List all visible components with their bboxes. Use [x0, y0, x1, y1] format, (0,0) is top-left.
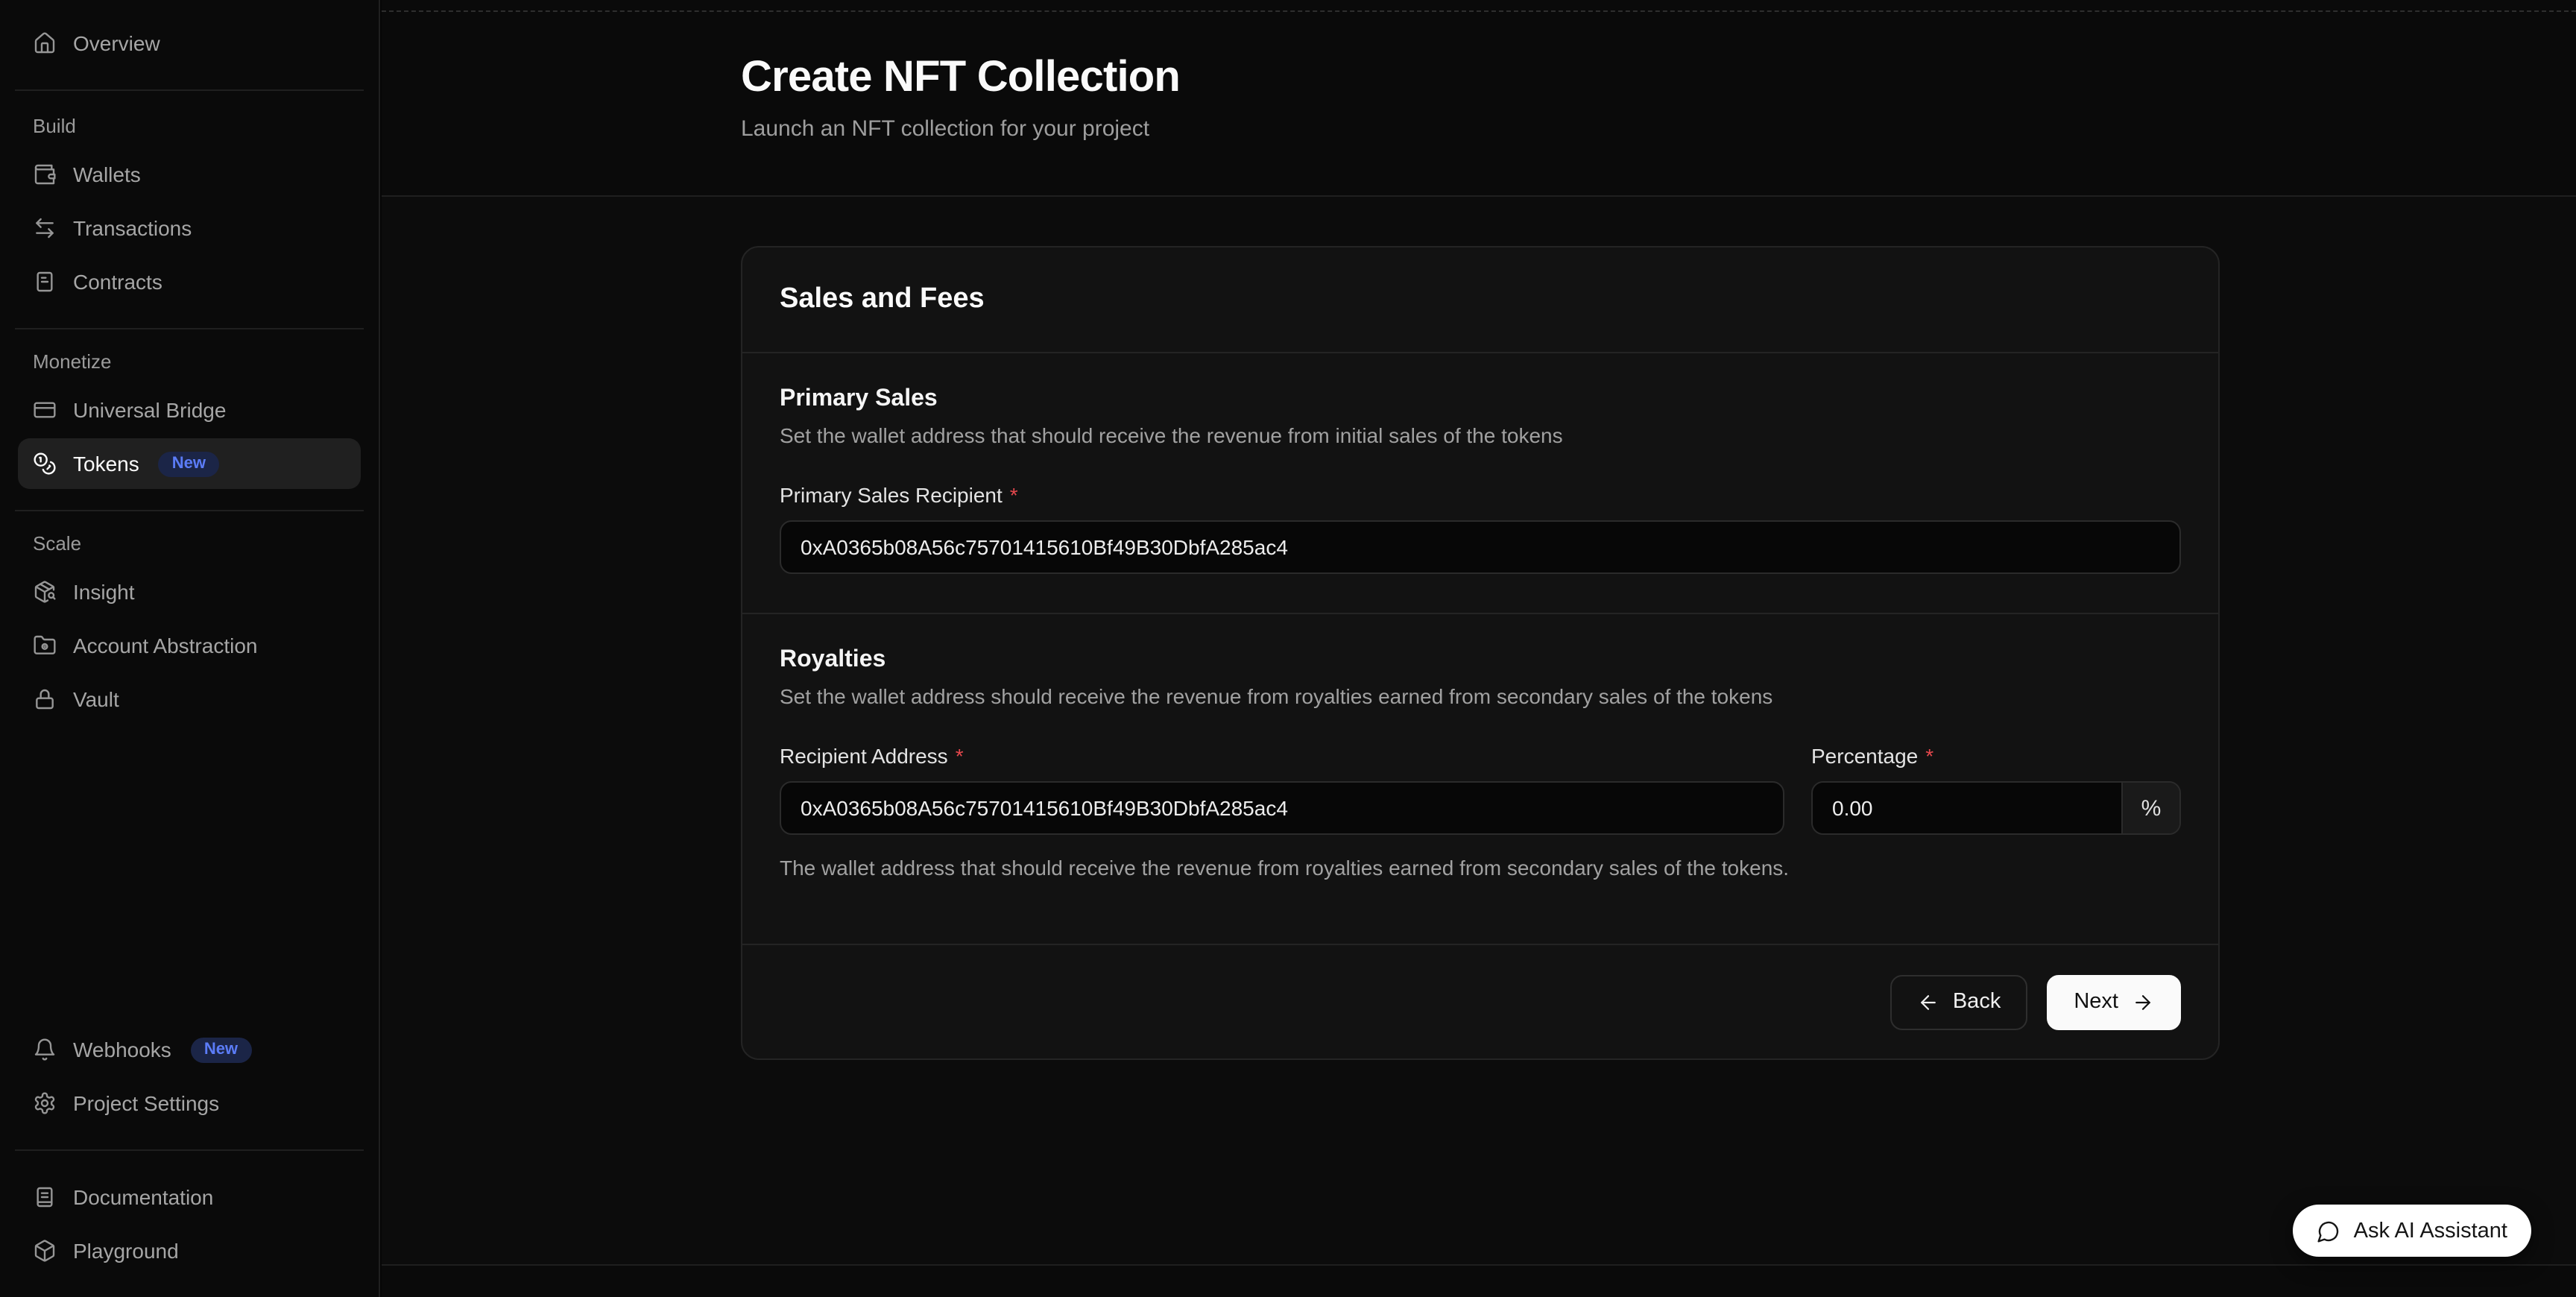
sidebar-bottom-group: Webhooks New Project Settings [18, 1024, 361, 1129]
sales-and-fees-card: Sales and Fees Primary Sales Set the wal… [741, 246, 2220, 1060]
sidebar-top-group: Overview [18, 18, 361, 69]
new-badge: New [159, 451, 219, 476]
arrow-right-icon [2132, 991, 2154, 1013]
sidebar-item-insight[interactable]: Insight [18, 567, 361, 617]
primary-sales-description: Set the wallet address that should recei… [780, 423, 2181, 447]
sidebar-item-label: Universal Bridge [73, 398, 226, 422]
page-subtitle: Launch an NFT collection for your projec… [741, 116, 2576, 142]
sidebar-item-documentation[interactable]: Documentation [18, 1172, 361, 1222]
contract-file-icon [33, 270, 57, 294]
primary-sales-heading: Primary Sales [780, 386, 2181, 413]
sidebar: Overview Build Wallets Transactions Contrac… [0, 0, 380, 1297]
chat-bubble-icon [2317, 1219, 2340, 1243]
content-band: Sales and Fees Primary Sales Set the wal… [382, 197, 2576, 1266]
lock-icon [33, 687, 57, 711]
bell-icon [33, 1038, 57, 1061]
sidebar-item-account-abstraction[interactable]: Account Abstraction [18, 620, 361, 671]
sidebar-footer-group: Documentation Playground [18, 1172, 361, 1276]
sidebar-item-label: Wallets [73, 162, 141, 186]
percent-suffix: % [2121, 783, 2179, 833]
card-title: Sales and Fees [780, 283, 985, 316]
primary-sales-section: Primary Sales Set the wallet address tha… [742, 353, 2218, 613]
folder-dot-icon [33, 634, 57, 657]
royalties-heading: Royalties [780, 647, 2181, 674]
sidebar-item-label: Transactions [73, 216, 192, 240]
sidebar-item-webhooks[interactable]: Webhooks New [18, 1024, 361, 1075]
cube-icon [33, 1239, 57, 1263]
sidebar-section-label-build: Build [18, 115, 361, 137]
required-asterisk: * [956, 744, 964, 768]
sidebar-divider [15, 328, 364, 329]
sidebar-item-label: Tokens [73, 452, 139, 476]
primary-sales-recipient-input[interactable] [780, 520, 2181, 574]
home-icon [33, 31, 57, 55]
sidebar-item-label: Overview [73, 31, 160, 55]
recipient-address-label: Recipient Address * [780, 744, 1784, 768]
page-title: Create NFT Collection [741, 54, 2576, 103]
percentage-input[interactable] [1813, 783, 2121, 833]
sidebar-item-label: Insight [73, 580, 135, 604]
sidebar-item-project-settings[interactable]: Project Settings [18, 1078, 361, 1129]
credit-card-icon [33, 398, 57, 422]
wallet-icon [33, 162, 57, 186]
sidebar-section-label-monetize: Monetize [18, 350, 361, 373]
ask-ai-assistant-button[interactable]: Ask AI Assistant [2293, 1205, 2531, 1257]
percentage-input-group: % [1811, 781, 2181, 835]
coins-icon [33, 452, 57, 476]
arrow-left-icon [1917, 991, 1939, 1013]
gear-icon [33, 1091, 57, 1115]
primary-sales-recipient-label: Primary Sales Recipient * [780, 483, 2181, 507]
royalties-helper-text: The wallet address that should receive t… [780, 856, 2181, 880]
royalties-fields-row: Recipient Address * Percentage * [780, 708, 2181, 835]
back-button[interactable]: Back [1890, 974, 2028, 1029]
app-window: Overview Build Wallets Transactions Contrac… [0, 0, 2576, 1297]
sidebar-sections: Build Wallets Transactions Contracts Monetiz… [18, 112, 361, 725]
sidebar-item-label: Vault [73, 687, 119, 711]
sidebar-item-label: Project Settings [73, 1091, 219, 1115]
sidebar-item-playground[interactable]: Playground [18, 1225, 361, 1276]
sidebar-item-label: Documentation [73, 1185, 213, 1209]
sidebar-divider [15, 510, 364, 511]
recipient-address-input[interactable] [780, 781, 1784, 835]
sidebar-spacer [18, 725, 361, 1024]
required-asterisk: * [1925, 744, 1933, 768]
percentage-label: Percentage * [1811, 744, 2181, 768]
sidebar-item-contracts[interactable]: Contracts [18, 256, 361, 307]
sidebar-item-label: Contracts [73, 270, 162, 294]
percentage-field: Percentage * % [1811, 708, 2181, 835]
sidebar-section-label-scale: Scale [18, 532, 361, 555]
royalties-description: Set the wallet address should receive th… [780, 684, 2181, 708]
sidebar-item-overview[interactable]: Overview [18, 18, 361, 69]
card-footer: Back Next [742, 944, 2218, 1058]
required-asterisk: * [1010, 483, 1018, 507]
arrows-left-right-icon [33, 216, 57, 240]
sidebar-item-tokens[interactable]: Tokens New [18, 438, 361, 489]
recipient-address-field: Recipient Address * [780, 708, 1784, 835]
sidebar-item-label: Playground [73, 1239, 179, 1263]
book-icon [33, 1185, 57, 1209]
sidebar-item-universal-bridge[interactable]: Universal Bridge [18, 385, 361, 435]
new-badge: New [191, 1037, 251, 1062]
main-content: Create NFT Collection Launch an NFT coll… [382, 0, 2576, 1297]
sidebar-item-transactions[interactable]: Transactions [18, 203, 361, 253]
sidebar-divider [15, 89, 364, 91]
sidebar-item-vault[interactable]: Vault [18, 674, 361, 725]
sidebar-divider [15, 1149, 364, 1151]
sidebar-item-wallets[interactable]: Wallets [18, 149, 361, 200]
package-search-icon [33, 580, 57, 604]
sidebar-item-label: Account Abstraction [73, 634, 258, 657]
card-header: Sales and Fees [742, 247, 2218, 353]
next-button[interactable]: Next [2047, 974, 2181, 1029]
sidebar-item-label: Webhooks [73, 1038, 171, 1061]
page-header: Create NFT Collection Launch an NFT coll… [382, 0, 2576, 197]
royalties-section: Royalties Set the wallet address should … [742, 613, 2218, 918]
